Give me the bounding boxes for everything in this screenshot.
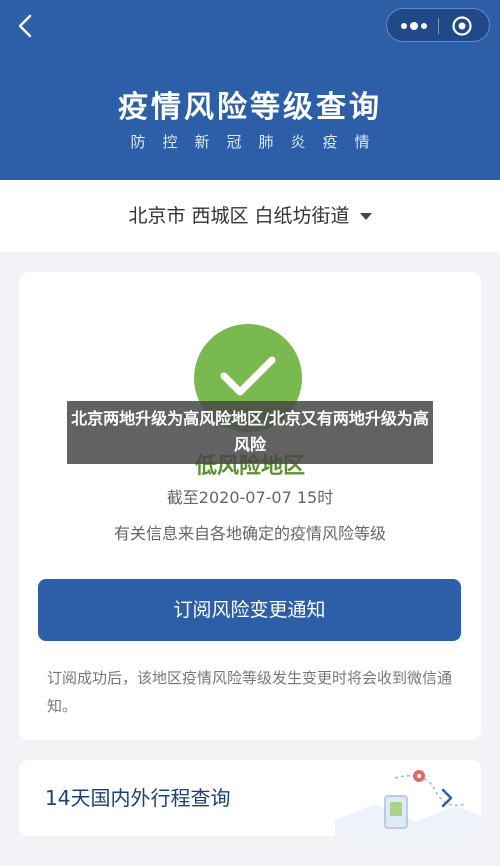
news-headline-overlay: 北京两地升级为高风险地区/北京又有两地升级为高风险 xyxy=(67,401,433,464)
page-title: 疫情风险等级查询 xyxy=(118,90,382,125)
more-dots-icon xyxy=(401,22,427,30)
back-button[interactable] xyxy=(10,10,42,42)
mini-program-capsule xyxy=(386,8,490,42)
info-source-note: 有关信息来自各地确定的疫情风险等级 xyxy=(113,524,386,543)
back-arrow-icon xyxy=(18,14,32,38)
location-text: 北京市 西城区 白纸坊街道 xyxy=(128,205,350,227)
subscribe-note: 订阅成功后，该地区疫情风险等级发生变更时将会收到微信通知。 xyxy=(47,669,453,715)
dropdown-caret-icon xyxy=(359,213,372,220)
risk-card: 低风险地区 截至2020-07-07 15时 有关信息来自各地确定的疫情风险等级… xyxy=(19,272,481,740)
trip-query-card[interactable]: 14天国内外行程查询 xyxy=(19,760,481,836)
location-selector[interactable]: 北京市 西城区 白纸坊街道 xyxy=(0,180,500,252)
trip-query-label: 14天国内外行程查询 xyxy=(45,786,231,810)
target-close-icon xyxy=(452,16,472,36)
checkmark-icon xyxy=(220,356,276,396)
deadline-text: 截至2020-07-07 15时 xyxy=(166,488,334,507)
more-button[interactable] xyxy=(399,17,429,35)
header: 疫情风险等级查询 防控新冠肺炎疫情 xyxy=(0,0,500,180)
chevron-right-icon xyxy=(441,788,453,808)
travel-map-illustration xyxy=(335,770,481,836)
page-subtitle: 防控新冠肺炎疫情 xyxy=(130,133,387,151)
capsule-divider xyxy=(438,18,439,34)
subscribe-button[interactable]: 订阅风险变更通知 xyxy=(38,579,461,641)
close-mini-program-button[interactable] xyxy=(451,15,473,37)
